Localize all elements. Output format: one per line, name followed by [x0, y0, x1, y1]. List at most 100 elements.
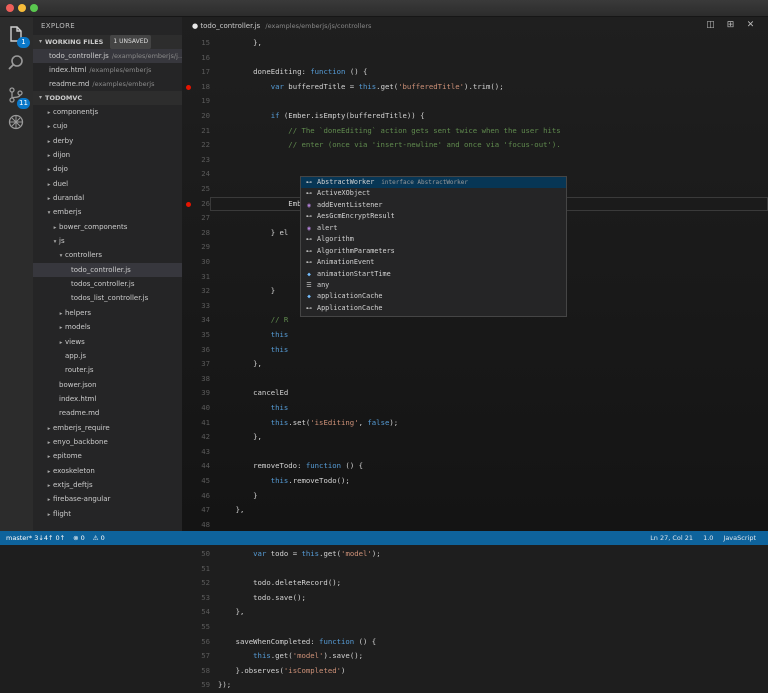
cursor-position[interactable]: Ln 27, Col 21	[650, 531, 693, 545]
code-line: 57 this.get('model').save();	[182, 649, 768, 664]
working-file-path: /examples/emberjs	[89, 66, 152, 74]
code-line: 38	[182, 372, 768, 387]
tree-item[interactable]: ▸ extjs_deftjs	[33, 478, 182, 492]
code-line: 15 },	[182, 36, 768, 51]
tree-item-label: firebase-angular	[53, 495, 111, 504]
tree-item[interactable]: ▸ firebase-angular	[33, 492, 182, 506]
language-mode[interactable]: JavaScript	[723, 531, 756, 545]
editor-file-path: /examples/emberjs/js/controllers	[265, 22, 372, 30]
tree-item[interactable]: ▾ controllers	[33, 248, 182, 262]
project-header[interactable]: ▾ TODOMVC	[33, 91, 182, 105]
tree-item[interactable]: ▸ derby	[33, 134, 182, 148]
tree-item[interactable]: bower.json	[33, 378, 182, 392]
dirty-dot-icon: ●	[192, 22, 199, 30]
tree-item[interactable]: ▸ durandal	[33, 191, 182, 205]
tree-item-label: todo_controller.js	[71, 265, 131, 274]
close-editor-icon[interactable]: ✕	[745, 20, 756, 31]
line-number: 30	[201, 257, 210, 266]
working-files-header[interactable]: ▾ WORKING FILES 1 UNSAVED	[33, 35, 182, 49]
tree-item[interactable]: ▸ dijon	[33, 148, 182, 162]
tree-item[interactable]: ▸ models	[33, 320, 182, 334]
suggestion-item[interactable]: ◆ animationStartTime	[301, 269, 566, 280]
suggest-widget[interactable]: ⊷ AbstractWorker interface AbstractWorker ⊷…	[300, 176, 567, 317]
line-number: 21	[201, 125, 210, 135]
suggestion-item[interactable]: ⊷ ActiveXObject	[301, 188, 566, 199]
code-line: 17 doneEditing: function () {	[182, 65, 768, 80]
warning-count[interactable]: ⚠ 0	[93, 531, 105, 545]
tree-item-label: extjs_deftjs	[53, 480, 93, 489]
suggestion-item[interactable]: ⊷ AnimationEvent	[301, 257, 566, 268]
code-text: },	[218, 432, 262, 442]
tree-item[interactable]: ▸ helpers	[33, 306, 182, 320]
suggestion-item[interactable]: ⊷ AlgorithmParameters	[301, 246, 566, 257]
tree-item[interactable]: ▸ bower_components	[33, 220, 182, 234]
line-number: 19	[201, 96, 210, 106]
tree-item[interactable]: ▸ views	[33, 335, 182, 349]
code-line: 58 }.observes('isCompleted')	[182, 664, 768, 679]
suggestion-item[interactable]: ◆ applicationCache	[301, 291, 566, 302]
zoom-window-button[interactable]	[30, 4, 38, 12]
tree-item[interactable]: router.js	[33, 363, 182, 377]
indentation-status[interactable]: 1.0	[703, 531, 713, 545]
tree-item[interactable]: ▾ js	[33, 234, 182, 248]
close-window-button[interactable]	[6, 4, 14, 12]
suggestion-item[interactable]: ⊷ ApplicationCache	[301, 303, 566, 314]
working-file-path: /examples/emberjs	[92, 80, 155, 88]
line-number: 28	[201, 227, 210, 237]
suggestion-item[interactable]: ⊷ Algorithm	[301, 234, 566, 245]
code-line: 21 // The `doneEditing` action gets sent…	[182, 124, 768, 139]
suggestion-item[interactable]: ◉ addEventListener	[301, 200, 566, 211]
interface-icon: ⊷	[306, 179, 312, 186]
tree-item-label: views	[65, 337, 85, 346]
tree-item[interactable]: ▾ emberjs	[33, 205, 182, 219]
tree-item[interactable]: ▸ emberjs_require	[33, 421, 182, 435]
git-icon[interactable]: 11	[6, 85, 30, 109]
tree-item[interactable]: todos_list_controller.js	[33, 291, 182, 305]
more-actions-icon[interactable]: ⊞	[725, 20, 736, 31]
tree-item[interactable]: ▸ duel	[33, 177, 182, 191]
tree-item[interactable]: ▸ dojo	[33, 162, 182, 176]
suggestion-item[interactable]: ◉ alert	[301, 223, 566, 234]
code-line: 46 }	[182, 489, 768, 504]
line-number: 16	[201, 52, 210, 62]
minimize-window-button[interactable]	[18, 4, 26, 12]
interface-icon: ⊷	[306, 236, 312, 244]
line-number: 43	[201, 446, 210, 456]
suggestion-item[interactable]: ⊷ AesGcmEncryptResult	[301, 211, 566, 222]
debug-icon[interactable]	[6, 112, 26, 132]
line-number: 50	[201, 549, 210, 558]
tree-item[interactable]: ▸ cujo	[33, 119, 182, 133]
split-editor-icon[interactable]: ◫	[705, 20, 716, 31]
suggestion-label: AlgorithmParameters	[317, 246, 395, 255]
tree-item[interactable]: ▸ flight	[33, 507, 182, 521]
search-icon[interactable]	[6, 53, 26, 73]
working-file-item[interactable]: todo_controller.js/examples/emberjs/j...	[33, 49, 182, 63]
tree-item[interactable]: todo_controller.js	[33, 262, 182, 278]
tree-item-label: controllers	[65, 251, 103, 260]
tree-item[interactable]: ▸ exoskeleton	[33, 464, 182, 478]
suggestion-label: AnimationEvent	[317, 258, 375, 267]
suggestion-item[interactable]: ☰ any	[301, 280, 566, 291]
explorer-icon[interactable]: 1	[6, 24, 30, 48]
suggestion-item[interactable]: ⊷ AbstractWorker interface AbstractWorker	[301, 177, 566, 189]
tree-item[interactable]: ▸ epitome	[33, 449, 182, 463]
working-file-item[interactable]: readme.md/examples/emberjs	[33, 77, 182, 91]
tree-item[interactable]: todos_controller.js	[33, 277, 182, 291]
code-text: this	[270, 403, 289, 412]
error-count[interactable]: ⊗ 0	[73, 531, 85, 545]
tree-item-label: durandal	[53, 194, 85, 203]
working-files-list: todo_controller.js/examples/emberjs/j...…	[33, 49, 182, 91]
tree-item-label: dojo	[53, 165, 68, 174]
code-text: // enter (once via 'insert-newline' and …	[288, 140, 561, 150]
working-file-item[interactable]: index.html/examples/emberjs	[33, 63, 182, 77]
tree-item-label: helpers	[65, 308, 91, 317]
tree-item[interactable]: ▸ enyo_backbone	[33, 435, 182, 449]
tree-item[interactable]: ▸ componentjs	[33, 105, 182, 119]
tree-item[interactable]: app.js	[33, 349, 182, 363]
working-files-label: WORKING FILES	[45, 38, 104, 46]
git-branch-status[interactable]: master* 3↓4↑ 0↑	[6, 531, 65, 545]
tree-item[interactable]: readme.md	[33, 406, 182, 420]
tree-item[interactable]: index.html	[33, 392, 182, 406]
interface-icon: ⊷	[306, 304, 312, 312]
line-number: 15	[201, 38, 210, 47]
